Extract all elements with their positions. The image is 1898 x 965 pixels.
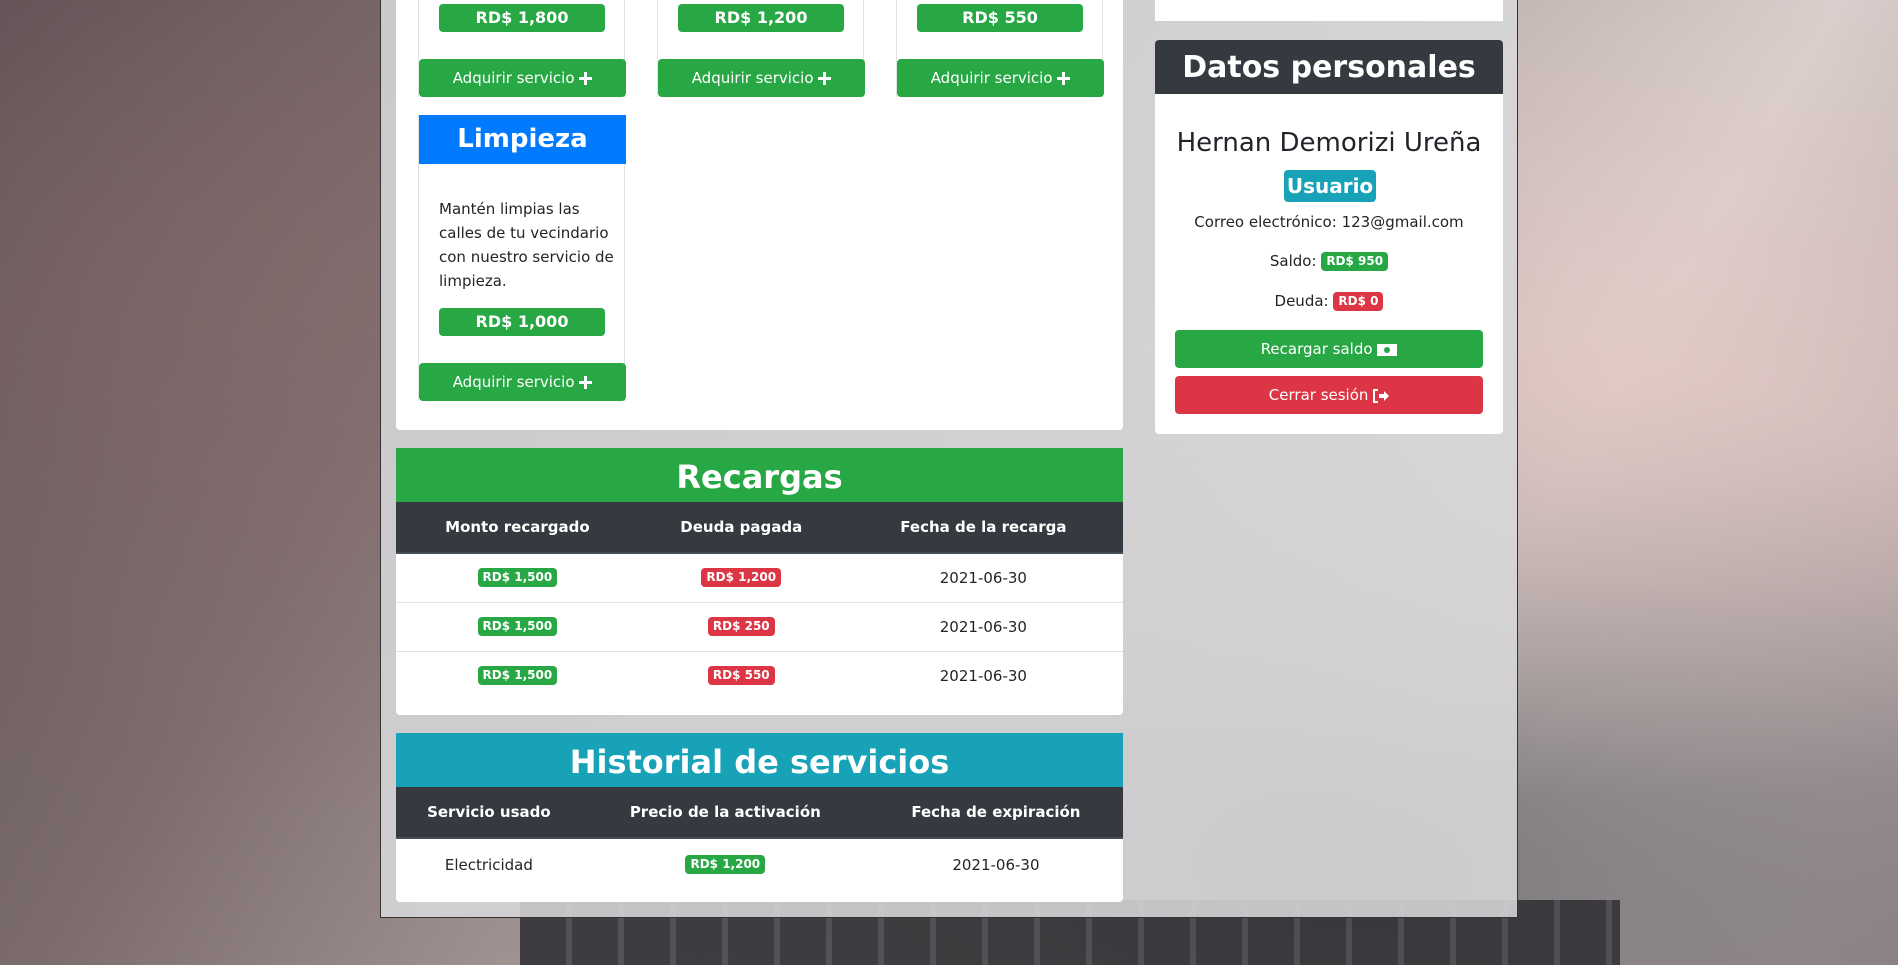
acquire-button-label: Adquirir servicio xyxy=(691,69,814,87)
personal-data-card: Datos personales Hernan Demorizi Ureña U… xyxy=(1155,40,1503,434)
column-header: Fecha de expiración xyxy=(868,787,1123,839)
debt-line: Deuda: RD$ 0 xyxy=(1155,292,1503,311)
plus-icon xyxy=(579,376,593,389)
historial-card: Historial de servicios Servicio usado Pr… xyxy=(396,733,1123,902)
column-header: Precio de la activación xyxy=(581,787,869,839)
debt-paid-badge: RD$ 550 xyxy=(707,666,775,686)
acquire-service-button[interactable]: Adquirir servicio xyxy=(419,59,626,97)
column-header: Monto recargado xyxy=(396,502,639,554)
role-badge: Usuario xyxy=(1284,170,1376,202)
sign-out-icon xyxy=(1373,388,1390,403)
plus-icon xyxy=(579,72,593,85)
main-container: RD$ 1,800 Adquirir servicio RD$ 1,200 Ad… xyxy=(380,0,1518,918)
service-title: Limpieza xyxy=(419,115,626,164)
table-row: RD$ 1,500 RD$ 250 2021-06-30 xyxy=(396,601,1123,651)
service-card: RD$ 1,200 Adquirir servicio xyxy=(657,0,865,97)
recargas-title: Recargas xyxy=(396,448,1123,502)
personal-data-title: Datos personales xyxy=(1155,40,1503,94)
service-description: Mantén limpias las calles de tu vecindar… xyxy=(439,200,614,290)
acquire-button-label: Adquirir servicio xyxy=(452,69,575,87)
debt-badge: RD$ 0 xyxy=(1333,292,1384,311)
email-label: Correo electrónico: xyxy=(1194,213,1337,231)
acquire-service-button[interactable]: Adquirir servicio xyxy=(658,59,865,97)
services-panel: RD$ 1,800 Adquirir servicio RD$ 1,200 Ad… xyxy=(396,0,1123,430)
recargas-card: Recargas Monto recargado Deuda pagada Fe… xyxy=(396,448,1123,715)
table-row: RD$ 1,500 RD$ 1,200 2021-06-30 xyxy=(396,553,1123,602)
logout-button[interactable]: Cerrar sesión xyxy=(1175,376,1483,414)
amount-badge: RD$ 1,500 xyxy=(477,568,558,588)
recargas-table: Monto recargado Deuda pagada Fecha de la… xyxy=(396,502,1123,700)
table-header-row: Monto recargado Deuda pagada Fecha de la… xyxy=(396,502,1123,554)
debt-paid-badge: RD$ 1,200 xyxy=(701,568,782,588)
debt-label: Deuda: xyxy=(1274,292,1329,310)
sidebar-card-top xyxy=(1155,0,1503,21)
plus-icon xyxy=(1057,72,1071,85)
balance-badge: RD$ 950 xyxy=(1321,252,1389,271)
service-price-badge: RD$ 1,800 xyxy=(439,4,605,32)
column-header: Fecha de la recarga xyxy=(843,502,1123,554)
date-cell: 2021-06-30 xyxy=(843,650,1123,700)
email-line: Correo electrónico: 123@gmail.com xyxy=(1155,213,1503,231)
acquire-button-label: Adquirir servicio xyxy=(930,69,1053,87)
money-icon xyxy=(1377,343,1398,356)
historial-table: Servicio usado Precio de la activación F… xyxy=(396,787,1123,890)
debt-paid-badge: RD$ 250 xyxy=(707,617,775,636)
service-price-badge: RD$ 1,000 xyxy=(439,308,605,336)
amount-badge: RD$ 1,500 xyxy=(477,617,558,636)
plus-icon xyxy=(818,72,832,85)
balance-line: Saldo: RD$ 950 xyxy=(1155,252,1503,271)
table-row: RD$ 1,500 RD$ 550 2021-06-30 xyxy=(396,650,1123,700)
balance-label: Saldo: xyxy=(1269,252,1317,270)
email-value: 123@gmail.com xyxy=(1341,213,1464,231)
historial-title: Historial de servicios xyxy=(396,733,1123,787)
column-header: Servicio usado xyxy=(396,787,582,839)
acquire-service-button[interactable]: Adquirir servicio xyxy=(897,59,1104,97)
logout-button-label: Cerrar sesión xyxy=(1268,386,1369,404)
table-row: Electricidad RD$ 1,200 2021-06-30 xyxy=(396,838,1123,890)
expiry-cell: 2021-06-30 xyxy=(952,855,1040,874)
date-cell: 2021-06-30 xyxy=(939,568,1027,587)
service-card: RD$ 1,800 Adquirir servicio xyxy=(418,0,626,97)
date-cell: 2021-06-30 xyxy=(843,601,1123,651)
user-name: Hernan Demorizi Ureña xyxy=(1176,128,1482,158)
recharge-button-label: Recargar saldo xyxy=(1260,340,1373,358)
recharge-balance-button[interactable]: Recargar saldo xyxy=(1175,330,1483,368)
service-cell: Electricidad xyxy=(444,855,533,874)
acquire-button-label: Adquirir servicio xyxy=(452,373,575,391)
service-card-limpieza: Limpieza Mantén limpias las calles de tu… xyxy=(418,115,626,401)
service-price-badge: RD$ 550 xyxy=(917,4,1083,32)
service-card: RD$ 550 Adquirir servicio xyxy=(896,0,1104,97)
table-header-row: Servicio usado Precio de la activación F… xyxy=(396,787,1123,839)
column-header: Deuda pagada xyxy=(638,502,844,554)
amount-badge: RD$ 1,500 xyxy=(477,666,558,686)
acquire-service-button[interactable]: Adquirir servicio xyxy=(419,363,626,401)
activation-price-badge: RD$ 1,200 xyxy=(685,855,766,874)
service-price-badge: RD$ 1,200 xyxy=(678,4,844,32)
